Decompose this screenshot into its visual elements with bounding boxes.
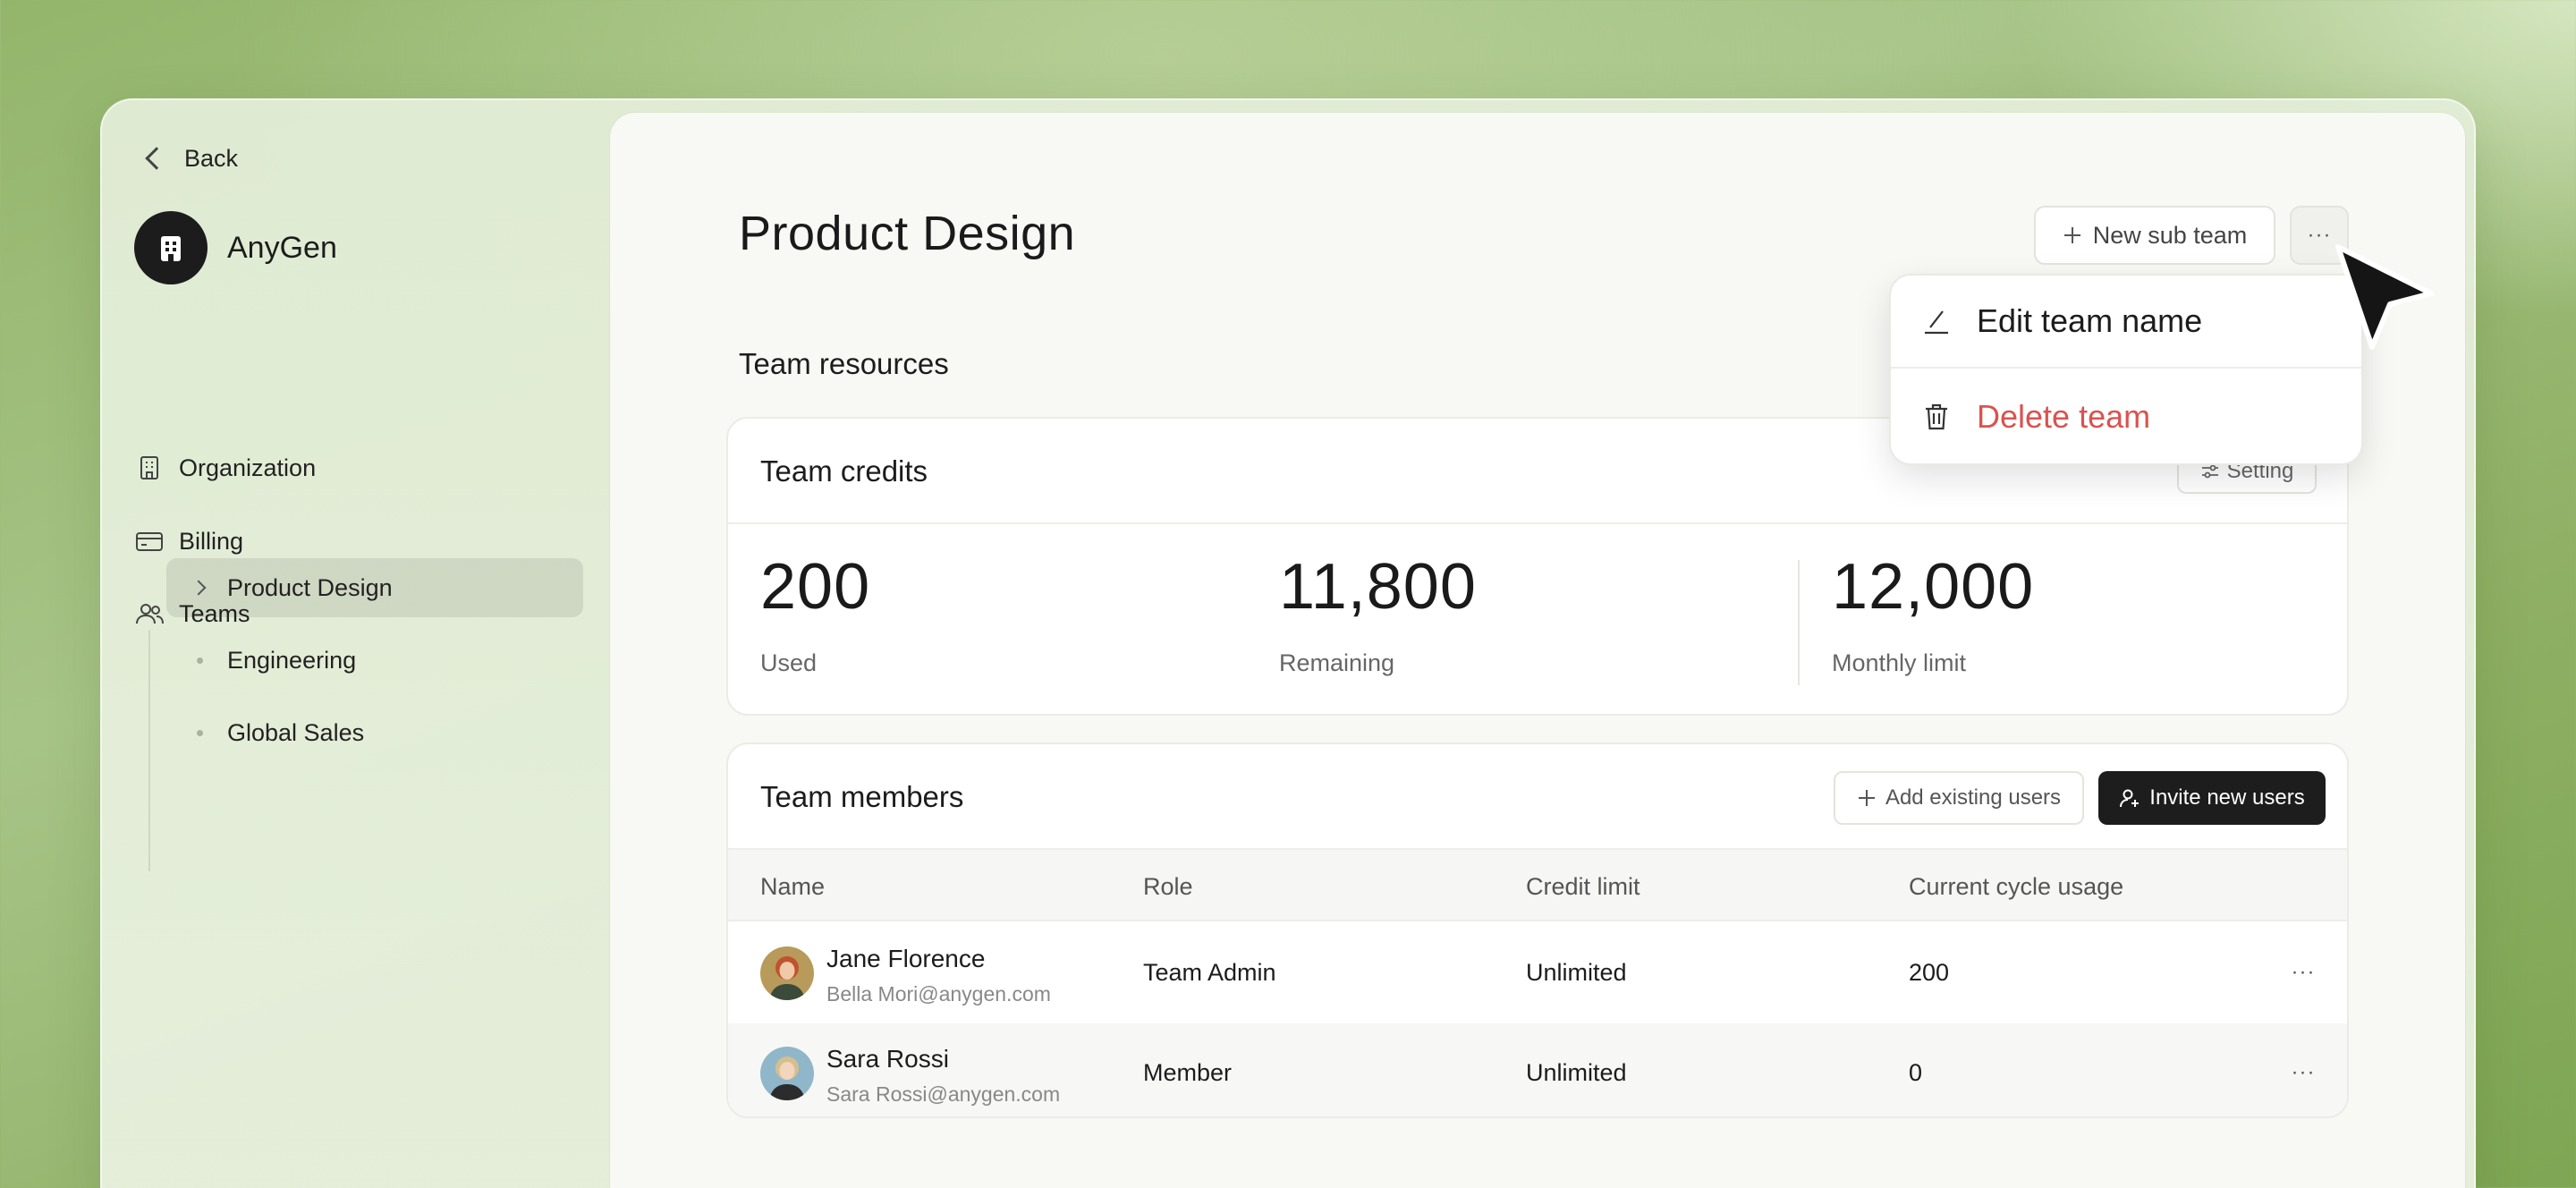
menu-item-label: Edit team name [1977,302,2203,339]
stat-value: 200 [760,551,871,623]
stat-label: Used [760,649,818,676]
more-options-button[interactable]: ··· [2290,206,2349,265]
member-email: Sara Rossi@anygen.com [826,1082,1061,1106]
menu-item-delete-team[interactable]: Delete team [1891,370,2361,463]
team-item-global-sales[interactable]: Global Sales [166,703,583,762]
plus-icon [1858,790,1875,806]
bullet-dot-icon [197,729,203,736]
card-header: Team members Add existing users Invite n… [728,744,2347,850]
column-header-credit-limit: Credit limit [1526,873,1640,900]
sidebar-item-label: Organization [179,454,317,481]
stat-monthly-limit: 12,000 Monthly limit [1832,555,2034,677]
sidebar-item-label: Billing [179,527,244,555]
member-name: Jane Florence [826,945,986,972]
ellipsis-icon: ··· [2307,223,2332,247]
row-more-button[interactable]: ··· [2281,950,2326,995]
menu-item-edit-team-name[interactable]: Edit team name [1891,276,2361,369]
new-sub-team-button[interactable]: New sub team [2034,206,2275,265]
org-header: AnyGen [134,211,337,284]
column-header-role: Role [1143,873,1193,900]
sidebar: Back AnyGen Organization Billing Teams P… [102,100,610,1188]
chevron-right-icon [191,580,207,596]
member-email: Bella Mori@anygen.com [826,982,1051,1006]
tree-connector [148,630,150,871]
divider [1798,560,1800,685]
stat-value: 12,000 [1832,551,2035,623]
building-icon [134,453,165,483]
invite-new-users-label: Invite new users [2149,785,2305,810]
column-header-name: Name [760,873,826,900]
user-plus-icon [2120,789,2140,808]
add-existing-users-label: Add existing users [1885,785,2062,810]
team-options-menu: Edit team name Delete team [1889,274,2363,465]
member-credit-limit: Unlimited [1526,959,1627,986]
menu-item-label: Delete team [1977,398,2151,435]
card-title: Team credits [760,454,928,488]
card-title: Team members [760,780,964,813]
pencil-icon [1925,310,1948,335]
member-credit-limit: Unlimited [1526,1059,1627,1086]
table-row: Jane Florence Bella Mori@anygen.com Team… [728,923,2347,1023]
row-more-button[interactable]: ··· [2281,1050,2326,1095]
team-item-engineering[interactable]: Engineering [166,631,583,690]
sidebar-item-organization[interactable]: Organization [134,440,316,496]
table-header: Name Role Credit limit Current cycle usa… [728,850,2347,921]
column-header-usage: Current cycle usage [1909,873,2124,900]
team-item-label: Global Sales [227,718,365,746]
chevron-left-icon [145,147,168,170]
member-role: Team Admin [1143,959,1276,986]
building-logo-icon [161,236,181,261]
avatar [760,1047,814,1100]
stat-label: Monthly limit [1832,649,1967,676]
ellipsis-icon: ··· [2291,960,2316,984]
stat-value: 11,800 [1279,551,1477,623]
credit-card-icon [134,526,165,556]
bullet-dot-icon [197,657,203,664]
invite-new-users-button[interactable]: Invite new users [2098,771,2326,825]
stat-used: 200 Used [760,555,870,677]
users-icon [134,598,165,629]
org-name: AnyGen [227,230,337,265]
member-name: Sara Rossi [826,1045,949,1073]
trash-icon [1926,403,1947,430]
section-title-team-resources: Team resources [739,347,949,380]
avatar [760,946,814,1000]
org-logo [134,211,208,284]
new-sub-team-label: New sub team [2092,221,2248,249]
team-members-card: Team members Add existing users Invite n… [726,742,2349,1118]
team-item-label: Product Design [227,573,393,601]
back-button[interactable]: Back [141,138,238,179]
stat-remaining: 11,800 Remaining [1279,555,1477,677]
ellipsis-icon: ··· [2291,1060,2316,1084]
add-existing-users-button[interactable]: Add existing users [1834,771,2084,825]
back-label: Back [184,144,239,172]
member-role: Member [1143,1059,1233,1086]
team-item-label: Engineering [227,646,357,674]
table-row: Sara Rossi Sara Rossi@anygen.com Member … [728,1023,2347,1116]
app-window: Back AnyGen Organization Billing Teams P… [100,98,2476,1188]
team-item-product-design[interactable]: Product Design [166,558,583,617]
page-title: Product Design [739,207,1076,260]
member-usage: 200 [1909,959,1950,986]
member-usage: 0 [1909,1059,1923,1086]
plus-icon [2063,227,2080,243]
stat-label: Remaining [1279,649,1395,676]
